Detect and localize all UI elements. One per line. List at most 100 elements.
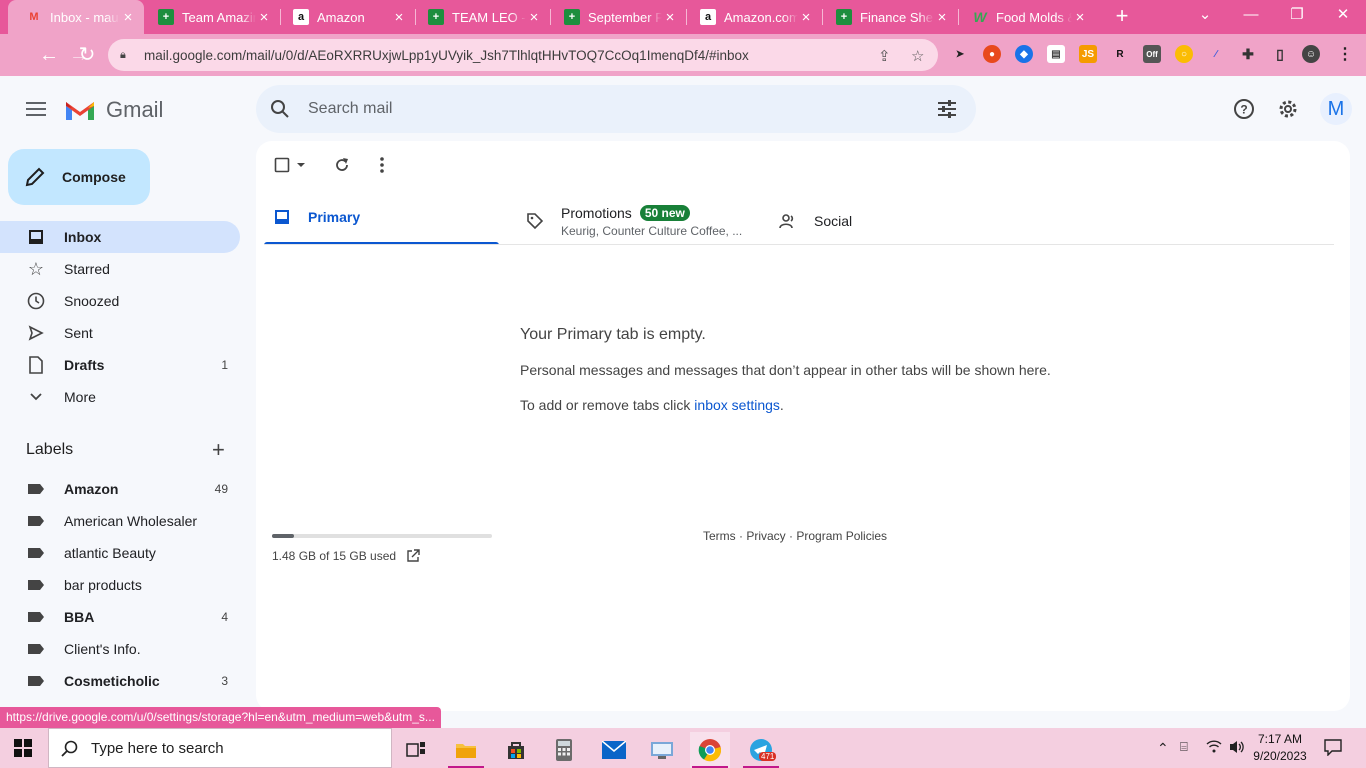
mail-app-icon[interactable]	[594, 732, 634, 768]
label-item-american-wholesaler[interactable]: American Wholesaler	[0, 505, 240, 537]
tab-search-chevron-icon[interactable]: ⌄	[1182, 0, 1228, 34]
browser-tab-amazon-com[interactable]: a Amazon.com ×	[682, 0, 822, 34]
terms-link[interactable]: Terms	[703, 529, 736, 543]
close-tab-icon[interactable]: ×	[1072, 9, 1088, 26]
open-external-icon[interactable]	[406, 549, 420, 563]
close-tab-icon[interactable]: ×	[662, 9, 678, 26]
input-method-icon[interactable]: ⌸	[1180, 739, 1188, 755]
search-input[interactable]	[308, 100, 908, 118]
label-item-clients-info[interactable]: Client's Info.	[0, 633, 240, 665]
settings-gear-icon[interactable]	[1275, 96, 1301, 122]
storage-usage-text: 1.48 GB of 15 GB used	[272, 549, 397, 563]
wifi-icon[interactable]	[1206, 738, 1222, 759]
profile-avatar-icon[interactable]: ☺	[1302, 45, 1320, 63]
browser-tab-food-molds[interactable]: W Food Molds & Trays ×	[954, 0, 1096, 34]
restore-button[interactable]: ❐	[1274, 0, 1320, 34]
search-icon[interactable]	[268, 97, 292, 121]
control-panel-icon[interactable]	[642, 732, 682, 768]
browser-tab-team-amazing[interactable]: + Team Amazing Leo ×	[140, 0, 280, 34]
chrome-menu-icon[interactable]: ⋮	[1336, 45, 1354, 63]
extension-blue-icon[interactable]: ◆	[1015, 45, 1033, 63]
browser-tab-amazon[interactable]: a Amazon ×	[275, 0, 415, 34]
extension-fire-icon[interactable]: ●	[983, 45, 1001, 63]
tab-title: Amazon	[317, 9, 365, 25]
tab-promotions[interactable]: Promotions 50 new Keurig, Counter Cultur…	[526, 197, 742, 245]
browser-tab-finance[interactable]: + Finance Sheet ×	[818, 0, 958, 34]
browser-tab-inbox[interactable]: M Inbox - mauiCoral ×	[8, 0, 144, 34]
url-text: mail.google.com/mail/u/0/d/AEoRXRRUxjwLp…	[144, 47, 749, 63]
extension-js-icon[interactable]: JS	[1079, 45, 1097, 63]
create-label-plus-icon[interactable]: +	[212, 439, 225, 461]
windows-start-icon[interactable]	[14, 739, 32, 762]
file-explorer-icon[interactable]	[446, 732, 486, 768]
volume-icon[interactable]	[1229, 739, 1245, 760]
share-icon[interactable]: ⇪	[878, 47, 891, 65]
chrome-icon[interactable]	[690, 732, 730, 768]
close-tab-icon[interactable]: ×	[934, 9, 950, 26]
program-policies-link[interactable]: Program Policies	[796, 529, 887, 543]
extension-pen-icon[interactable]: ∕	[1207, 45, 1225, 63]
sidebar-item-more[interactable]: More	[0, 381, 240, 413]
close-tab-icon[interactable]: ×	[391, 9, 407, 26]
tab-social[interactable]: Social	[779, 197, 852, 245]
main-menu-icon[interactable]	[24, 98, 48, 122]
close-window-button[interactable]: ✕	[1320, 0, 1366, 34]
telegram-icon[interactable]: 471	[741, 732, 781, 768]
minimize-button[interactable]: —	[1228, 0, 1274, 34]
extension-arrow-icon[interactable]: ➤	[951, 45, 969, 63]
chevron-up-icon[interactable]: ⌃	[1157, 740, 1169, 757]
sidebar-item-inbox[interactable]: Inbox	[0, 221, 240, 253]
address-bar[interactable]: 🔒︎ mail.google.com/mail/u/0/d/AEoRXRRUxj…	[108, 39, 938, 71]
select-dropdown-caret-icon[interactable]	[296, 155, 306, 175]
help-icon[interactable]: ?	[1231, 96, 1257, 122]
label-item-amazon[interactable]: Amazon 49	[0, 473, 240, 505]
browser-tab-september[interactable]: + September Products ×	[546, 0, 686, 34]
system-clock[interactable]: 7:17 AM 9/20/2023	[1250, 731, 1310, 765]
taskbar-search-box[interactable]	[48, 728, 392, 768]
tab-title: TEAM LEO - Google Sheets	[452, 9, 526, 25]
labels-heading: Labels	[26, 441, 74, 458]
side-panel-icon[interactable]: ▯	[1271, 45, 1289, 63]
microsoft-store-icon[interactable]	[496, 732, 536, 768]
sidebar-item-snoozed[interactable]: Snoozed	[0, 285, 240, 317]
close-tab-icon[interactable]: ×	[120, 9, 136, 26]
send-icon	[26, 323, 46, 343]
inbox-settings-link[interactable]: inbox settings	[694, 397, 780, 413]
sidebar-item-drafts[interactable]: Drafts 1	[0, 349, 240, 381]
notifications-icon[interactable]	[1324, 738, 1342, 761]
new-tab-button[interactable]: +	[1110, 5, 1134, 29]
sidebar-item-sent[interactable]: Sent	[0, 317, 240, 349]
storage-usage-bar[interactable]	[272, 534, 492, 538]
label-item-atlantic-beauty[interactable]: atlantic Beauty	[0, 537, 240, 569]
account-avatar[interactable]: M	[1320, 93, 1352, 125]
browser-tab-team-leo[interactable]: + TEAM LEO - Google Sheets ×	[410, 0, 550, 34]
close-tab-icon[interactable]: ×	[798, 9, 814, 26]
extension-off-icon[interactable]: Off	[1143, 45, 1161, 63]
compose-button[interactable]: Compose	[8, 149, 150, 205]
extensions-puzzle-icon[interactable]: ✚	[1239, 45, 1257, 63]
privacy-link[interactable]: Privacy	[746, 529, 785, 543]
sidebar-item-starred[interactable]: ☆ Starred	[0, 253, 240, 285]
search-bar[interactable]	[256, 85, 976, 133]
more-options-icon[interactable]	[372, 155, 392, 175]
reload-icon[interactable]: ↻	[74, 42, 100, 68]
sheets-favicon: +	[564, 9, 580, 25]
search-options-icon[interactable]	[936, 98, 958, 120]
task-view-icon[interactable]	[396, 732, 436, 768]
close-tab-icon[interactable]: ×	[526, 9, 542, 26]
close-tab-icon[interactable]: ×	[256, 9, 272, 26]
tab-social-label: Social	[814, 213, 853, 229]
tab-primary[interactable]: Primary	[264, 197, 499, 245]
select-all-checkbox[interactable]	[274, 155, 290, 175]
refresh-icon[interactable]	[332, 155, 352, 175]
label-item-cosmeticholic[interactable]: Cosmeticholic 3	[0, 665, 240, 697]
extension-circle-icon[interactable]: ○	[1175, 45, 1193, 63]
label-item-bar-products[interactable]: bar products	[0, 569, 240, 601]
bookmark-star-icon[interactable]: ☆	[911, 47, 924, 65]
extension-doc-icon[interactable]: ▤	[1047, 45, 1065, 63]
back-arrow-icon[interactable]: ←	[36, 42, 62, 68]
taskbar-search-input[interactable]	[91, 739, 391, 757]
calculator-icon[interactable]	[544, 732, 584, 768]
extension-rs-icon[interactable]: R	[1111, 45, 1129, 63]
label-item-bba[interactable]: BBA 4	[0, 601, 240, 633]
